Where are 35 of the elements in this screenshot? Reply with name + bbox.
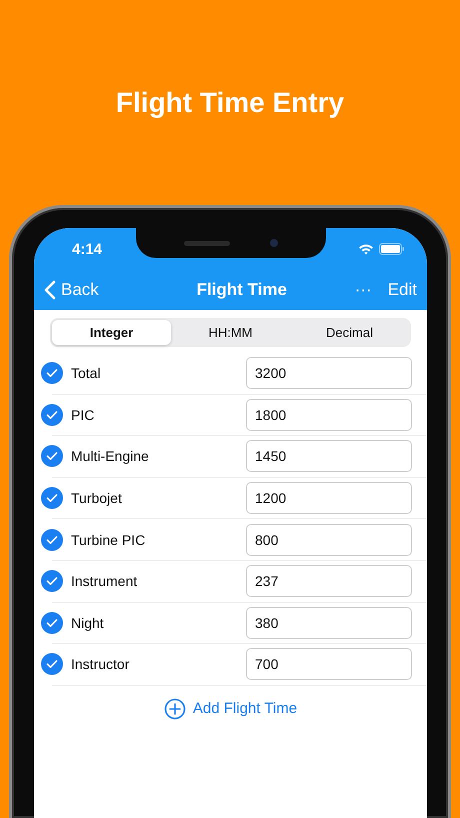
- screen-title: Flight Time: [196, 280, 288, 300]
- checked-circle-icon[interactable]: [41, 362, 63, 384]
- segment-tab[interactable]: Integer: [52, 320, 171, 345]
- back-chevron-icon: [44, 280, 56, 300]
- plus-circle-icon: [164, 698, 186, 720]
- row-label: Turbine PIC: [71, 532, 146, 548]
- input-field[interactable]: 1450: [246, 440, 412, 472]
- row-label: Multi-Engine: [71, 448, 150, 464]
- headline: Flight Time Entry: [116, 86, 344, 118]
- checked-circle-icon[interactable]: [41, 487, 63, 510]
- row-label: Instructor: [71, 656, 130, 672]
- input-field[interactable]: 237: [246, 565, 412, 598]
- checked-circle-icon[interactable]: [41, 570, 63, 592]
- checked-circle-icon[interactable]: [41, 653, 63, 676]
- input-field[interactable]: 800: [246, 524, 412, 556]
- input-field[interactable]: 380: [246, 606, 412, 639]
- segment-tab[interactable]: HH:MM: [171, 320, 290, 345]
- row-label: Total: [71, 365, 102, 382]
- checked-circle-icon[interactable]: [41, 445, 63, 468]
- row-label: Night: [71, 614, 105, 631]
- input-field[interactable]: 3200: [246, 357, 412, 390]
- battery-icon: [379, 243, 405, 255]
- checked-circle-icon[interactable]: [41, 612, 63, 634]
- add-flight-time-button[interactable]: Add Flight Time: [160, 694, 302, 724]
- row-label: Instrument: [71, 573, 138, 590]
- input-field[interactable]: 700: [246, 648, 412, 680]
- status-time: 4:14: [72, 240, 102, 258]
- segment-tab[interactable]: Decimal: [290, 320, 409, 345]
- row-label: Turbojet: [71, 490, 123, 506]
- input-field[interactable]: 1800: [246, 398, 412, 431]
- checked-circle-icon[interactable]: [41, 404, 63, 426]
- wifi-icon: [358, 243, 374, 255]
- row-label: PIC: [71, 406, 96, 423]
- checked-circle-icon[interactable]: [41, 528, 63, 551]
- input-field[interactable]: 1200: [246, 482, 412, 514]
